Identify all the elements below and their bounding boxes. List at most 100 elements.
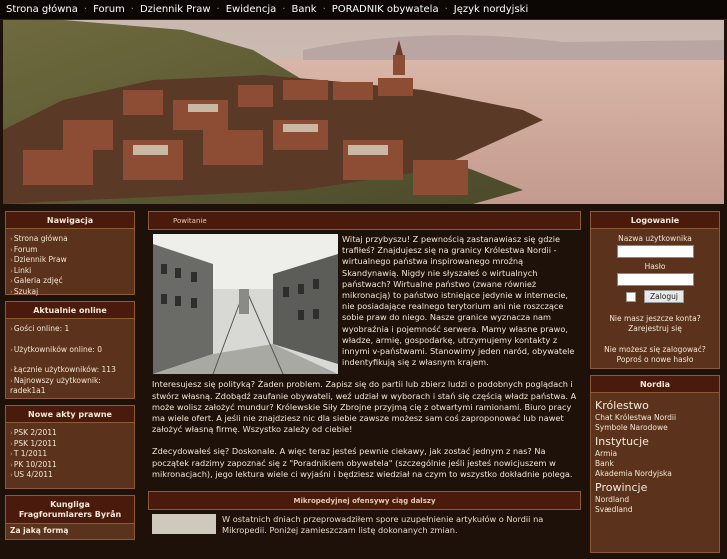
register-link[interactable]: Zarejestruj się [595, 324, 715, 334]
arrow-icon: › [10, 256, 13, 264]
panel-title: Nowe akty prawne [5, 405, 135, 423]
nav-label: Linki [13, 265, 32, 275]
group-kingdom: Królestwo [595, 399, 649, 412]
news-article: W ostatnich dniach przeprowadziłem spore… [148, 510, 581, 536]
topnav-forum[interactable]: Forum [93, 4, 125, 15]
new-acts-panel: Nowe akty prawne ›PSK 2/2011 ›PSK 1/2011… [5, 405, 135, 489]
topnav-nordic-language[interactable]: Język nordyjski [454, 4, 528, 15]
nav-label: Forum [13, 244, 38, 254]
online-panel: Aktualnie online ›Gości online: 1 ›Użytk… [5, 301, 135, 399]
nav-label: Szukaj [13, 286, 39, 296]
top-navigation: Strona główna · Forum · Dziennik Praw · Ewi… [0, 0, 727, 20]
street-photo [153, 234, 338, 375]
username-input[interactable] [616, 245, 694, 258]
left-sidebar: Nawigacja ›Strona główna ›Forum ›Dzienni… [5, 211, 135, 546]
newest-user-label: ›Najnowszy użytkownik: [10, 376, 130, 387]
guests-online: ›Gości online: 1 [10, 324, 130, 335]
header-banner-image [3, 20, 724, 204]
welcome-title: Powitanie [148, 211, 581, 230]
news-thumbnail [152, 514, 216, 535]
link-svaedland[interactable]: Svædland [595, 505, 715, 515]
total-users: ›Łącznie użytkowników: 113 [10, 365, 130, 376]
nav-label: Dziennik Praw [13, 255, 67, 264]
arrow-icon: › [10, 439, 13, 448]
arrow-icon: › [10, 235, 13, 243]
link-nordland[interactable]: Nordland [595, 495, 715, 505]
arrow-icon: › [10, 287, 13, 296]
poll-question: Za jaką formą [10, 526, 69, 535]
act-label: PSK 2/2011 [13, 428, 57, 437]
login-button[interactable]: Zaloguj [643, 290, 684, 303]
separator: · [83, 4, 88, 15]
total-users-text: Łącznie użytkowników: 113 [13, 365, 116, 374]
arrow-icon: › [10, 429, 13, 437]
nav-link-forum[interactable]: ›Forum [10, 245, 130, 256]
nav-link-law-journal[interactable]: ›Dziennik Praw [10, 255, 130, 266]
username-label: Nazwa użytkownika [618, 234, 692, 243]
nav-label: Strona główna [13, 234, 68, 243]
act-label: T 1/2011 [13, 449, 48, 458]
topnav-home[interactable]: Strona główna [6, 4, 78, 15]
topnav-bank[interactable]: Bank [291, 4, 316, 15]
panel-title: Kungliga Fragforumlarers Byrån [5, 495, 135, 524]
topnav-registry[interactable]: Ewidencja [226, 4, 277, 15]
article-paragraph-2: Interesujesz się polityką? Żaden problem… [152, 379, 577, 435]
users-online: ›Użytkowników online: 0 [10, 345, 130, 356]
panel-title: Aktualnie online [5, 301, 135, 319]
act-link[interactable]: ›PSK 2/2011 [10, 428, 130, 439]
arrow-icon: › [10, 376, 13, 385]
separator: · [216, 4, 220, 15]
right-sidebar: Logowanie Nazwa użytkownika Hasło Zalogu… [590, 211, 720, 559]
main-content: Powitanie Witaj przybyszu! Z pewnością z… [148, 211, 581, 536]
navigation-panel: Nawigacja ›Strona główna ›Forum ›Dzienni… [5, 211, 135, 298]
newest-user-label-text: Najnowszy użytkownik: [13, 375, 101, 385]
link-bank[interactable]: Bank [595, 459, 715, 469]
kungliga-panel: Kungliga Fragforumlarers Byrån Za jaką f… [5, 495, 135, 540]
reset-password-link[interactable]: Poproś o nowe hasło [595, 355, 715, 365]
topnav-citizen-guide[interactable]: PORADNIK obywatela [332, 4, 439, 15]
arrow-icon: › [10, 366, 13, 374]
act-label: PSK 1/2011 [13, 438, 57, 448]
newest-user-link[interactable]: radek1a1 [10, 386, 130, 397]
group-provinces: Prowincje [595, 481, 648, 494]
panel-title: Nawigacja [5, 211, 135, 229]
arrow-icon: › [10, 245, 13, 254]
arrow-icon: › [10, 460, 13, 469]
topnav-law-journal[interactable]: Dziennik Praw [140, 4, 211, 15]
act-label: US 4/2011 [13, 470, 53, 479]
nav-link-home[interactable]: ›Strona główna [10, 234, 130, 245]
welcome-article: Witaj przybyszu! Z pewnością zastanawias… [148, 230, 581, 480]
login-panel: Logowanie Nazwa użytkownika Hasło Zalogu… [590, 211, 720, 369]
act-link[interactable]: ›T 1/2011 [10, 449, 130, 460]
panel-title: Logowanie [590, 211, 720, 229]
act-link[interactable]: ›PK 10/2011 [10, 460, 130, 471]
arrow-icon: › [10, 450, 13, 458]
act-link[interactable]: ›PSK 1/2011 [10, 439, 130, 450]
link-national-symbols[interactable]: Symbole Narodowe [595, 423, 715, 433]
news-text: W ostatnich dniach przeprowadziłem spore… [222, 514, 544, 536]
link-academy[interactable]: Akademia Nordyjska [595, 469, 715, 479]
cannot-login-text: Nie możesz się zalogować? [604, 345, 706, 354]
panel-title-line1: Kungliga [50, 499, 90, 509]
link-army[interactable]: Armia [595, 449, 715, 459]
nav-label: Galeria zdjęć [13, 276, 63, 285]
arrow-icon: › [10, 266, 13, 275]
nav-link-links[interactable]: ›Linki [10, 266, 130, 277]
news-title: Mikropedyjnej ofensywy ciąg dalszy [148, 491, 581, 511]
link-chat[interactable]: Chat Królestwa Nordii [595, 413, 715, 423]
nav-link-gallery[interactable]: ›Galeria zdjęć [10, 276, 130, 287]
arrow-icon: › [10, 471, 13, 479]
arrow-icon: › [10, 277, 13, 285]
arrow-icon: › [10, 345, 13, 354]
separator: · [282, 4, 286, 15]
password-input[interactable] [616, 273, 694, 286]
nav-link-search[interactable]: ›Szukaj [10, 287, 130, 298]
act-link[interactable]: ›US 4/2011 [10, 470, 130, 481]
guests-online-text: Gości online: 1 [13, 324, 70, 333]
remember-me-checkbox[interactable] [625, 291, 636, 302]
nordia-panel: Nordia Królestwo Chat Królestwa Nordii S… [590, 375, 720, 553]
arrow-icon: › [10, 325, 13, 333]
separator: · [130, 4, 134, 15]
panel-title-line2: Fragforumlarers Byrån [18, 509, 122, 519]
separator: · [444, 4, 448, 15]
